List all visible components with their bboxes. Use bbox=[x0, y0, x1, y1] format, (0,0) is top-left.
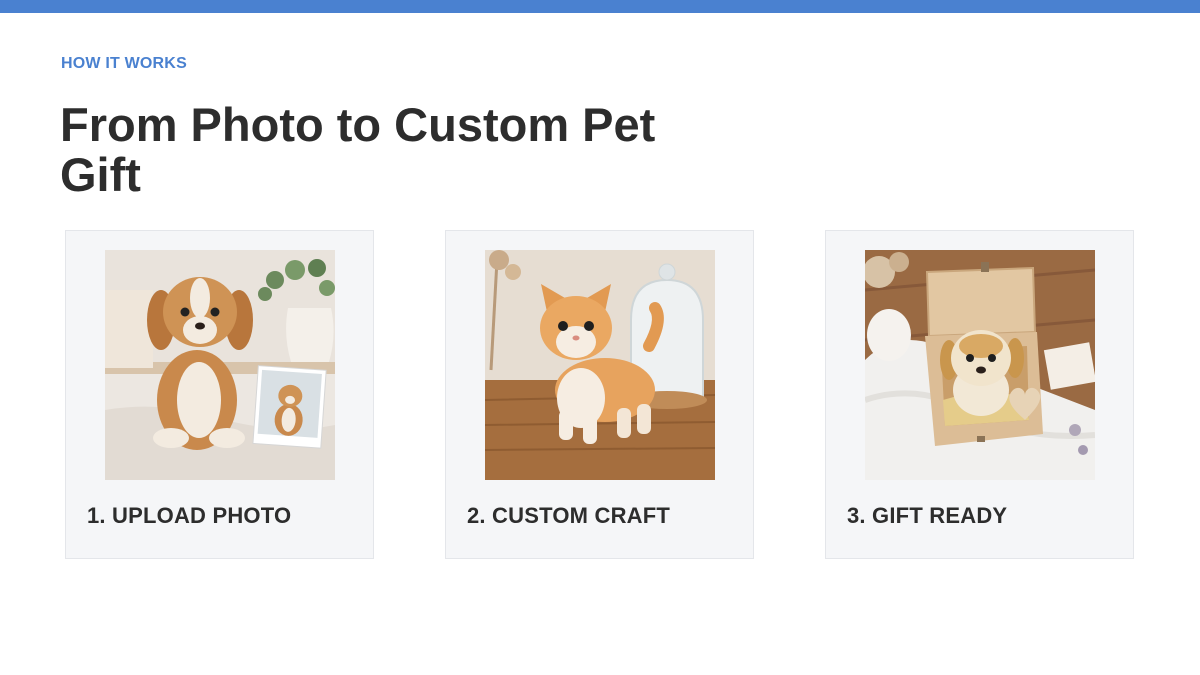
step-card-custom-craft: 2. CUSTOM CRAFT bbox=[445, 230, 754, 559]
section-eyebrow: HOW IT WORKS bbox=[61, 55, 187, 72]
step-card-upload-photo: 1. UPLOAD PHOTO bbox=[65, 230, 374, 559]
step-label: 2. CUSTOM CRAFT bbox=[467, 503, 671, 528]
section-title: From Photo to Custom Pet Gift bbox=[60, 98, 656, 201]
felted-cat-photo bbox=[485, 250, 715, 480]
felted-puppy-gift-box-photo bbox=[865, 250, 1095, 480]
step-label: 1. UPLOAD PHOTO bbox=[87, 503, 292, 528]
top-accent-bar bbox=[0, 0, 1200, 13]
felted-dog-photo bbox=[105, 250, 335, 480]
step-label: 3. GIFT READY bbox=[847, 503, 1008, 528]
step-card-gift-ready: 3. GIFT READY bbox=[825, 230, 1134, 559]
